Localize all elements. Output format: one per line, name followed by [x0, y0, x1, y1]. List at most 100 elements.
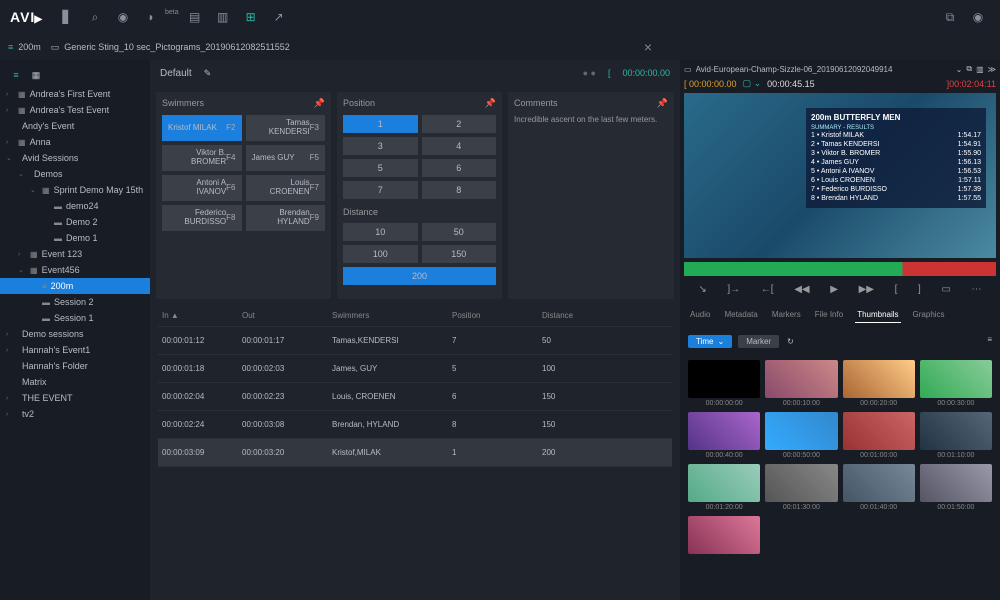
thumbnail[interactable]: [688, 516, 760, 556]
sidebar-item[interactable]: ›THE EVENT: [0, 390, 150, 406]
forward-icon[interactable]: ▶▶: [859, 284, 874, 295]
sidebar-item[interactable]: ▬Demo 2: [0, 214, 150, 230]
column-header[interactable]: Swimmers: [332, 311, 452, 320]
default-tab[interactable]: Default: [160, 68, 192, 79]
sidebar-item[interactable]: ›tv2: [0, 406, 150, 422]
comment-text[interactable]: Incredible ascent on the last few meters…: [514, 115, 668, 124]
pin-icon[interactable]: 📌: [657, 98, 668, 109]
swimmer-button[interactable]: Louis CROENENF7: [246, 175, 326, 201]
edit-icon[interactable]: ▤: [183, 5, 207, 29]
refresh-icon[interactable]: ↻: [785, 335, 796, 348]
swimmer-button[interactable]: Tamas KENDERSIF3: [246, 115, 326, 141]
position-button[interactable]: 5: [343, 159, 418, 177]
position-button[interactable]: 2: [422, 115, 497, 133]
tab-audio[interactable]: Audio: [688, 307, 712, 323]
marker-filter-chip[interactable]: Marker: [738, 335, 779, 348]
close-icon[interactable]: ×: [644, 39, 652, 55]
video-viewer[interactable]: 200m BUTTERFLY MEN SUMMARY - RESULTS 1 •…: [684, 93, 996, 258]
mark-in-icon[interactable]: ↘: [698, 284, 706, 295]
column-header[interactable]: Out: [242, 311, 332, 320]
column-header[interactable]: Distance: [542, 311, 622, 320]
swimmer-button[interactable]: Viktor B. BROMERF4: [162, 145, 242, 171]
position-button[interactable]: 7: [343, 181, 418, 199]
thumbnail[interactable]: 00:00:40:00: [688, 412, 760, 459]
menu-icon[interactable]: ≡: [987, 335, 992, 348]
go-in-icon[interactable]: ]→: [727, 284, 740, 295]
sidebar-item[interactable]: ›▦Event 123: [0, 246, 150, 262]
tab-thumbnails[interactable]: Thumbnails: [855, 307, 900, 323]
swimmer-button[interactable]: Antoni A IVANOVF6: [162, 175, 242, 201]
tab-graphics[interactable]: Graphics: [911, 307, 947, 323]
rewind-icon[interactable]: ◀◀: [794, 284, 809, 295]
sidebar-item[interactable]: ≡200m: [0, 278, 150, 294]
thumbnail[interactable]: 00:01:50:00: [920, 464, 992, 511]
sidebar-item[interactable]: ⌄▦Event456: [0, 262, 150, 278]
thumbnail[interactable]: 00:00:30:00: [920, 360, 992, 407]
edit-icon[interactable]: ✎: [204, 68, 212, 79]
position-button[interactable]: 8: [422, 181, 497, 199]
thumbnail[interactable]: 00:01:40:00: [843, 464, 915, 511]
sidebar-item[interactable]: ⌄▦Sprint Demo May 15th: [0, 182, 150, 198]
bracket-in-icon[interactable]: [: [608, 68, 611, 78]
distance-button[interactable]: 50: [422, 223, 497, 241]
breadcrumb-clip[interactable]: ▭Generic Sting_10 sec_Pictograms_2019061…: [51, 42, 290, 53]
position-button[interactable]: 4: [422, 137, 497, 155]
expand-icon[interactable]: ⧉: [966, 64, 972, 74]
thumbnail[interactable]: 00:00:10:00: [765, 360, 837, 407]
sidebar-item[interactable]: Hannah's Folder: [0, 358, 150, 374]
time-filter-chip[interactable]: Time⌄: [688, 335, 732, 348]
window-icon[interactable]: ⧉: [938, 5, 962, 29]
pin-icon[interactable]: 📌: [314, 98, 325, 109]
sidebar-item[interactable]: ›Demo sessions: [0, 326, 150, 342]
sidebar-item[interactable]: ▬Session 2: [0, 294, 150, 310]
column-header[interactable]: Position: [452, 311, 542, 320]
distance-button[interactable]: 100: [343, 245, 418, 263]
sidebar-item[interactable]: ▬Demo 1: [0, 230, 150, 246]
folder-icon[interactable]: ▋: [55, 5, 79, 29]
sidebar-item[interactable]: Matrix: [0, 374, 150, 390]
thumbnail[interactable]: 00:01:10:00: [920, 412, 992, 459]
more-icon[interactable]: ≫: [988, 65, 996, 74]
table-row[interactable]: 00:00:01:1800:00:02:03James, GUY5100: [158, 355, 672, 383]
tab-metadata[interactable]: Metadata: [722, 307, 759, 323]
player-clipname[interactable]: Avid-European-Champ-Sizzle-06_2019061209…: [696, 65, 952, 74]
position-button[interactable]: 6: [422, 159, 497, 177]
more-icon[interactable]: ⋯: [972, 284, 982, 295]
monitor-icon[interactable]: ▢ ⌄: [743, 78, 762, 89]
set-out-icon[interactable]: ]: [918, 284, 921, 295]
search-icon[interactable]: ⌕: [83, 5, 107, 29]
distance-button[interactable]: 150: [422, 245, 497, 263]
chat-icon[interactable]: ◗: [139, 5, 163, 29]
thumbnail[interactable]: 00:00:20:00: [843, 360, 915, 407]
table-row[interactable]: 00:00:01:1200:00:01:17Tamas,KENDERSI750: [158, 327, 672, 355]
chevron-down-icon[interactable]: ⌄: [956, 65, 963, 74]
thumbnail[interactable]: 00:00:50:00: [765, 412, 837, 459]
sidebar-item[interactable]: ›Hannah's Event1: [0, 342, 150, 358]
sidebar-item[interactable]: ▬Session 1: [0, 310, 150, 326]
distance-button[interactable]: 10: [343, 223, 418, 241]
tab-markers[interactable]: Markers: [770, 307, 803, 323]
swimmer-button[interactable]: Brendan HYLANDF9: [246, 205, 326, 231]
panel-icon[interactable]: ▥: [211, 5, 235, 29]
timeline-scrubber[interactable]: [684, 262, 996, 276]
sidebar-item[interactable]: ›▦Anna: [0, 134, 150, 150]
sidebar-item[interactable]: ›▦Andrea's First Event: [0, 86, 150, 102]
column-header[interactable]: In ▲: [162, 311, 242, 320]
position-button[interactable]: 1: [343, 115, 418, 133]
marker-icon[interactable]: ● ●: [583, 68, 596, 78]
sidebar-item[interactable]: ⌄Demos: [0, 166, 150, 182]
breadcrumb-session[interactable]: ≡200m: [8, 42, 41, 52]
share-icon[interactable]: ↗: [267, 5, 291, 29]
thumbnail[interactable]: 00:01:30:00: [765, 464, 837, 511]
swimmer-button[interactable]: Kristof MILAKF2: [162, 115, 242, 141]
set-in-icon[interactable]: [: [895, 284, 898, 295]
sidebar-item[interactable]: ⌄Avid Sessions: [0, 150, 150, 166]
logging-icon[interactable]: ⊞: [239, 5, 263, 29]
position-button[interactable]: 3: [343, 137, 418, 155]
sidebar-item[interactable]: ›▦Andrea's Test Event: [0, 102, 150, 118]
frame-icon[interactable]: ▭: [941, 284, 950, 295]
table-row[interactable]: 00:00:02:2400:00:03:08Brendan, HYLAND815…: [158, 411, 672, 439]
go-out-icon[interactable]: ←[: [761, 284, 774, 295]
copy-icon[interactable]: ▥: [976, 65, 984, 74]
thumbnail[interactable]: 00:00:00:00: [688, 360, 760, 407]
